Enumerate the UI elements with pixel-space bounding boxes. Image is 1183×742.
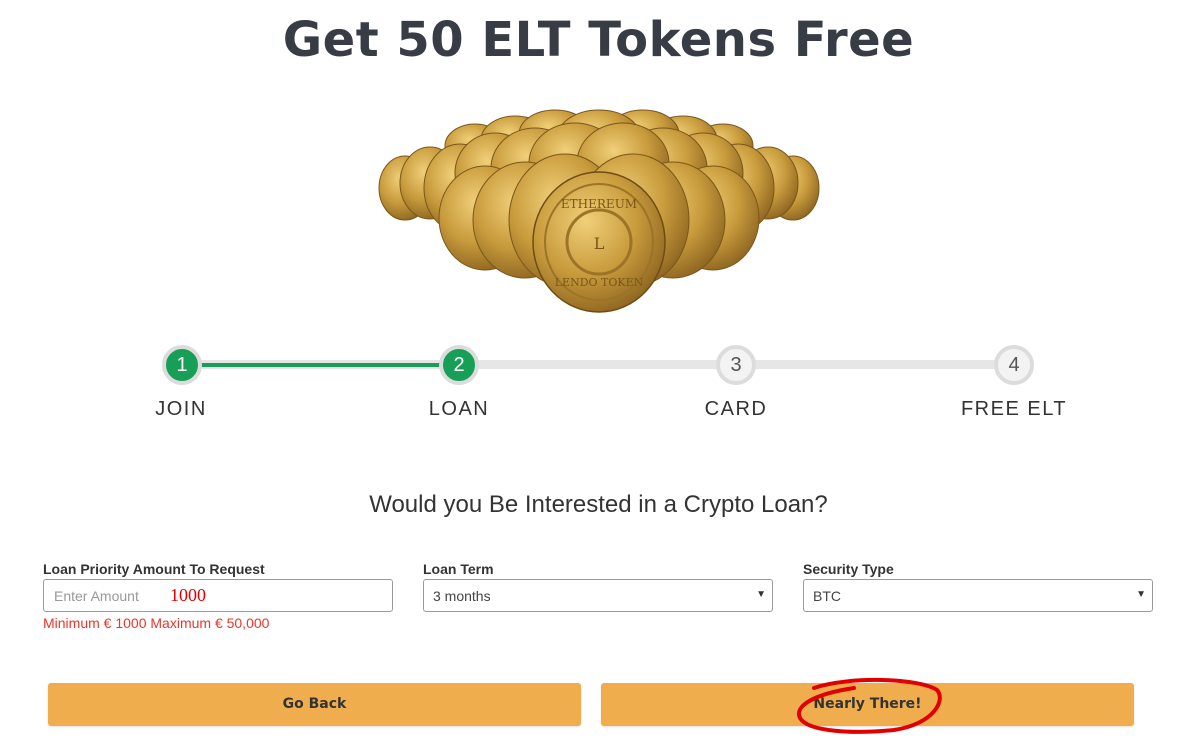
svg-text:L: L [594,234,605,253]
loan-term-value: 3 months [433,588,491,604]
security-type-select[interactable]: BTC ▼ [803,579,1153,612]
svg-text:LENDO TOKEN: LENDO TOKEN [555,276,644,289]
loan-term-select[interactable]: 3 months ▼ [423,579,773,612]
page-title: Get 50 ELT Tokens Free [282,12,915,68]
step-1-circle: 1 [162,345,202,385]
ethereum-coins-image: ETHEREUM LENDO TOKEN L [375,108,823,318]
coin-pile-graphic: ETHEREUM LENDO TOKEN L [378,109,820,313]
chevron-down-icon: ▼ [756,589,766,600]
svg-text:ETHEREUM: ETHEREUM [561,197,637,211]
amount-label: Loan Priority Amount To Request [43,561,265,577]
chevron-down-icon: ▼ [1136,589,1146,600]
step-4-circle: 4 [994,345,1034,385]
go-back-button[interactable]: Go Back [48,683,581,726]
nearly-there-button[interactable]: Nearly There! [601,683,1134,726]
step-2-label: LOAN [428,398,490,420]
amount-placeholder: Enter Amount [54,588,139,604]
loan-question-heading: Would you Be Interested in a Crypto Loan… [369,491,828,518]
amount-hint: Minimum € 1000 Maximum € 50,000 [43,615,270,631]
progress-fill [182,363,459,367]
step-3-label: CARD [704,398,768,420]
handwritten-amount-annotation: 1000 [170,585,206,605]
step-2-circle: 2 [439,345,479,385]
step-1-label: JOIN [155,398,207,420]
amount-input[interactable]: Enter Amount 1000 [43,579,393,612]
security-type-label: Security Type [803,561,894,577]
loan-term-label: Loan Term [423,561,494,577]
security-type-value: BTC [813,588,841,604]
step-4-label: FREE ELT [960,398,1068,420]
step-3-circle: 3 [716,345,756,385]
